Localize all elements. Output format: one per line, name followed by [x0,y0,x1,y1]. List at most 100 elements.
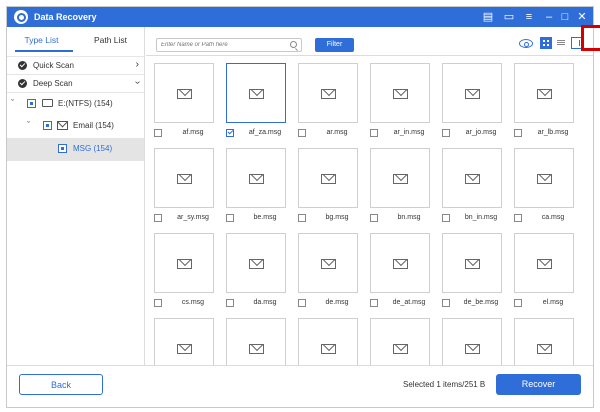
file-tile[interactable]: be.msg [226,148,288,222]
file-thumbnail[interactable] [370,233,430,293]
file-thumbnail[interactable] [226,63,286,123]
filter-button[interactable]: Filter [315,38,354,52]
file-thumbnail[interactable] [442,233,502,293]
file-tile[interactable]: el.msg [514,233,576,307]
search-icon[interactable] [290,41,297,48]
caret-down-icon[interactable]: ˇ [27,120,30,130]
file-thumbnail[interactable] [154,318,214,365]
file-tile[interactable]: bn_in.msg [442,148,504,222]
file-tile[interactable]: ca.msg [514,148,576,222]
file-thumbnail[interactable] [370,318,430,365]
tree-label-email: Email (154) [73,121,114,130]
file-thumbnail[interactable] [154,148,214,208]
file-thumbnail[interactable] [370,63,430,123]
file-tile[interactable] [442,318,504,365]
file-checkbox[interactable] [298,299,306,307]
close-icon[interactable]: ✕ [574,9,590,25]
envelope-icon [537,89,552,99]
recover-button[interactable]: Recover [496,374,581,395]
file-checkbox[interactable] [442,299,450,307]
file-thumbnail[interactable] [154,63,214,123]
search-input[interactable] [156,38,302,52]
file-checkbox[interactable] [154,214,162,222]
maximize-icon[interactable]: □ [557,9,573,25]
file-thumbnail[interactable] [514,233,574,293]
tree-item-drive[interactable]: ˇ E:(NTFS) (154) [7,92,144,115]
file-thumbnail[interactable] [298,63,358,123]
file-thumbnail[interactable] [298,148,358,208]
file-tile[interactable]: de.msg [298,233,360,307]
drive-checkbox[interactable] [27,99,36,108]
chevron-down-icon[interactable]: › [132,81,143,84]
file-checkbox[interactable] [514,299,522,307]
tree-item-email[interactable]: ˇ Email (154) [7,115,144,138]
file-thumbnail[interactable] [442,63,502,123]
file-tile[interactable]: af_za.msg [226,63,288,137]
file-tile[interactable]: ar_lb.msg [514,63,576,137]
file-tile[interactable] [514,318,576,365]
file-checkbox[interactable] [154,299,162,307]
file-checkbox[interactable] [370,214,378,222]
file-checkbox[interactable] [298,214,306,222]
preview-eye-icon[interactable] [519,39,533,48]
file-tile[interactable] [298,318,360,365]
file-thumbnail[interactable] [298,318,358,365]
file-thumbnail[interactable] [154,233,214,293]
deep-scan-row[interactable]: Deep Scan › [7,74,144,92]
list-view-icon[interactable] [555,37,567,49]
file-tile[interactable] [154,318,216,365]
file-thumbnail[interactable] [442,148,502,208]
file-tile[interactable]: da.msg [226,233,288,307]
caret-down-icon[interactable]: ˇ [11,98,14,108]
file-checkbox[interactable] [226,129,234,137]
file-thumbnail[interactable] [226,148,286,208]
tab-type-list[interactable]: Type List [7,35,76,45]
file-checkbox[interactable] [370,299,378,307]
grid-view-icon[interactable] [540,37,552,49]
file-checkbox[interactable] [514,214,522,222]
file-checkbox[interactable] [370,129,378,137]
file-thumbnail[interactable] [442,318,502,365]
tree-item-msg[interactable]: MSG (154) [7,138,144,161]
file-checkbox[interactable] [154,129,162,137]
email-checkbox[interactable] [43,121,52,130]
file-tile[interactable]: ar_sy.msg [154,148,216,222]
file-thumbnail[interactable] [514,63,574,123]
minimize-icon[interactable]: – [541,9,557,25]
envelope-icon [393,89,408,99]
file-tile[interactable]: ar.msg [298,63,360,137]
save-icon[interactable]: ▭ [501,9,517,25]
file-tile[interactable]: ar_in.msg [370,63,432,137]
file-tile[interactable] [370,318,432,365]
file-name: ar_jo.msg [465,129,497,136]
file-checkbox[interactable] [442,129,450,137]
file-tile[interactable] [226,318,288,365]
file-checkbox[interactable] [514,129,522,137]
file-tile[interactable]: ar_jo.msg [442,63,504,137]
back-button[interactable]: Back [19,374,103,395]
feedback-icon[interactable]: ▤ [480,9,496,25]
file-thumbnail[interactable] [370,148,430,208]
tab-path-list[interactable]: Path List [76,35,145,45]
file-checkbox[interactable] [226,299,234,307]
file-tile[interactable]: af.msg [154,63,216,137]
file-checkbox[interactable] [442,214,450,222]
file-thumbnail[interactable] [298,233,358,293]
file-checkbox[interactable] [298,129,306,137]
menu-icon[interactable]: ≡ [521,9,537,25]
quick-scan-row[interactable]: Quick Scan › [7,56,144,74]
msg-checkbox[interactable] [58,144,67,153]
envelope-icon [393,344,408,354]
chevron-right-icon[interactable]: › [136,59,139,70]
envelope-icon [321,89,336,99]
file-thumbnail[interactable] [226,318,286,365]
file-tile[interactable]: bg.msg [298,148,360,222]
file-tile[interactable]: bn.msg [370,148,432,222]
file-tile[interactable]: de_be.msg [442,233,504,307]
file-thumbnail[interactable] [514,148,574,208]
file-thumbnail[interactable] [226,233,286,293]
file-checkbox[interactable] [226,214,234,222]
file-tile[interactable]: cs.msg [154,233,216,307]
file-tile[interactable]: de_at.msg [370,233,432,307]
file-thumbnail[interactable] [514,318,574,365]
